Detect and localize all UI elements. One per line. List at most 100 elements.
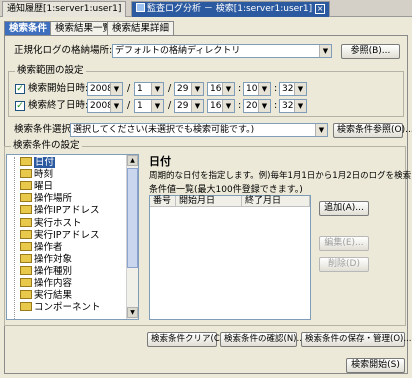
condition-value-table[interactable]: 番号 開始月日 終了月日	[149, 195, 311, 320]
start-hour-select[interactable]: 16 ▼	[207, 82, 235, 96]
end-datetime-label: 検索終了日時:	[28, 100, 89, 111]
chevron-down-icon: ▼	[191, 83, 203, 95]
start-year-select[interactable]: 2008 ▼	[87, 82, 123, 96]
close-tab-icon[interactable]: ×	[315, 4, 326, 14]
tree-item[interactable]: 操作内容	[20, 278, 72, 290]
end-day-value: 29	[177, 101, 189, 111]
tree-item[interactable]: 操作IPアドレス	[20, 205, 100, 217]
start-day-value: 29	[177, 84, 189, 94]
time-separator: :	[238, 100, 242, 111]
chevron-down-icon: ▼	[258, 100, 270, 112]
save-condition-button[interactable]: 検索条件の保存・管理(O)...	[301, 332, 411, 347]
start-minute-value: 10	[246, 84, 258, 94]
edit-button[interactable]: 編集(E)...	[319, 236, 369, 251]
storage-label: 正規化ログの格納場所:	[14, 45, 113, 56]
tree-item-label: 時刻	[34, 169, 54, 181]
tree-connector-line	[14, 157, 15, 319]
start-hour-value: 16	[210, 84, 222, 94]
condition-select-value: 選択してください(未選択でも検索可能です。)	[73, 125, 255, 135]
start-day-select[interactable]: 29 ▼	[174, 82, 204, 96]
tree-item-label: 操作対象	[34, 253, 73, 265]
end-minute-select[interactable]: 20 ▼	[243, 99, 271, 113]
start-second-value: 32	[282, 84, 294, 94]
scroll-down-icon[interactable]: ▼	[127, 307, 138, 318]
storage-location-select[interactable]: デフォルトの格納ディレクトリ ▼	[112, 44, 332, 58]
storage-location-value: デフォルトの格納ディレクトリ	[115, 46, 241, 56]
tab-search-condition[interactable]: 検索条件	[4, 21, 53, 36]
start-datetime-checkbox[interactable]: ✓	[15, 84, 25, 94]
tab-audit-log-search[interactable]: 監査ログ分析 － 検索[1:server1:user1] ×	[131, 1, 331, 17]
tab-notification-history-label: 通知履歴[1:server1:user1]	[7, 4, 122, 14]
end-hour-select[interactable]: 16 ▼	[207, 99, 235, 113]
folder-icon	[20, 278, 32, 287]
tree-item[interactable]: 日付	[20, 157, 56, 169]
clear-condition-button[interactable]: 検索条件クリア(C)	[147, 332, 223, 347]
start-datetime-label: 検索開始日時:	[28, 83, 89, 94]
end-datetime-checkbox[interactable]: ✓	[15, 101, 25, 111]
tree-item[interactable]: 操作者	[20, 241, 63, 254]
tree-item-label: 曜日	[34, 181, 54, 193]
column-header-number: 番号	[150, 196, 176, 207]
time-separator: :	[274, 100, 278, 111]
chevron-down-icon: ▼	[294, 83, 306, 95]
start-month-value: 1	[137, 84, 143, 94]
scroll-thumb[interactable]	[127, 168, 138, 268]
chevron-down-icon: ▼	[319, 45, 331, 57]
folder-icon	[20, 181, 32, 191]
end-year-select[interactable]: 2008 ▼	[87, 99, 123, 113]
tab-result-detail[interactable]: 検索結果詳細	[107, 21, 175, 36]
chevron-down-icon: ▼	[222, 83, 234, 95]
folder-icon	[20, 265, 32, 275]
tree-item[interactable]: 操作種別	[20, 265, 73, 278]
start-minute-select[interactable]: 10 ▼	[243, 82, 271, 96]
folder-icon	[20, 302, 32, 312]
tree-item[interactable]: 時刻	[20, 169, 53, 181]
date-separator: /	[127, 83, 131, 94]
tree-item[interactable]: 実行ホスト	[20, 217, 82, 230]
chevron-down-icon: ▼	[151, 100, 163, 112]
scroll-up-icon[interactable]: ▲	[127, 155, 138, 166]
add-button[interactable]: 追加(A)...	[319, 201, 369, 216]
tree-item-label: 実行ホスト	[34, 217, 82, 229]
tree-item[interactable]: 操作場所	[20, 193, 72, 205]
tree-item-label: 操作IPアドレス	[34, 205, 100, 217]
end-month-value: 1	[137, 101, 143, 111]
chevron-down-icon: ▼	[222, 100, 234, 112]
tree-item[interactable]: 実行IPアドレス	[20, 229, 100, 242]
condition-tree[interactable]: 日付 時刻 曜日 操作場所 操作IPアドレス 実行ホスト 実行IPアドレス 操作者 操作対象 操作…	[6, 154, 139, 320]
tab-notification-history[interactable]: 通知履歴[1:server1:user1]	[2, 1, 127, 17]
chevron-down-icon: ▼	[315, 124, 327, 136]
date-separator: /	[127, 100, 131, 111]
chevron-down-icon: ▼	[110, 83, 122, 95]
chevron-down-icon: ▼	[258, 83, 270, 95]
condition-setting-title: 検索条件の設定	[11, 140, 82, 152]
condition-ref-button[interactable]: 検索条件参照(O)...	[333, 123, 412, 138]
chevron-down-icon: ▼	[110, 100, 122, 112]
tree-scrollbar[interactable]: ▲ ▼	[126, 155, 138, 319]
tree-item[interactable]: 操作対象	[20, 253, 73, 266]
end-second-select[interactable]: 32 ▼	[279, 99, 307, 113]
tree-item-label: 操作種別	[34, 265, 73, 277]
audit-log-icon	[136, 3, 145, 12]
condition-select-label: 検索条件選択	[14, 124, 72, 135]
tab-audit-log-search-label: 監査ログ分析 － 検索[1:server1:user1]	[147, 4, 313, 14]
condition-select[interactable]: 選択してください(未選択でも検索可能です。) ▼	[70, 123, 328, 137]
browse-button[interactable]: 参照(B)...	[341, 44, 400, 59]
tree-item[interactable]: 実行結果	[20, 290, 72, 302]
folder-icon	[20, 241, 32, 251]
confirm-condition-button[interactable]: 検索条件の確認(N)...	[220, 332, 305, 347]
start-month-select[interactable]: 1 ▼	[134, 82, 164, 96]
search-start-button[interactable]: 検索開始(S)	[346, 358, 405, 373]
folder-icon	[20, 193, 32, 203]
folder-icon	[20, 169, 32, 179]
end-month-select[interactable]: 1 ▼	[134, 99, 164, 113]
date-separator: /	[168, 83, 172, 94]
end-day-select[interactable]: 29 ▼	[174, 99, 204, 113]
tree-item-label: 操作場所	[34, 193, 73, 205]
chevron-down-icon: ▼	[294, 100, 306, 112]
tree-item[interactable]: コンポーネント	[20, 302, 101, 314]
tree-item[interactable]: 曜日	[20, 181, 53, 193]
start-second-select[interactable]: 32 ▼	[279, 82, 307, 96]
delete-button[interactable]: 削除(D)	[319, 257, 369, 272]
time-separator: :	[274, 83, 278, 94]
